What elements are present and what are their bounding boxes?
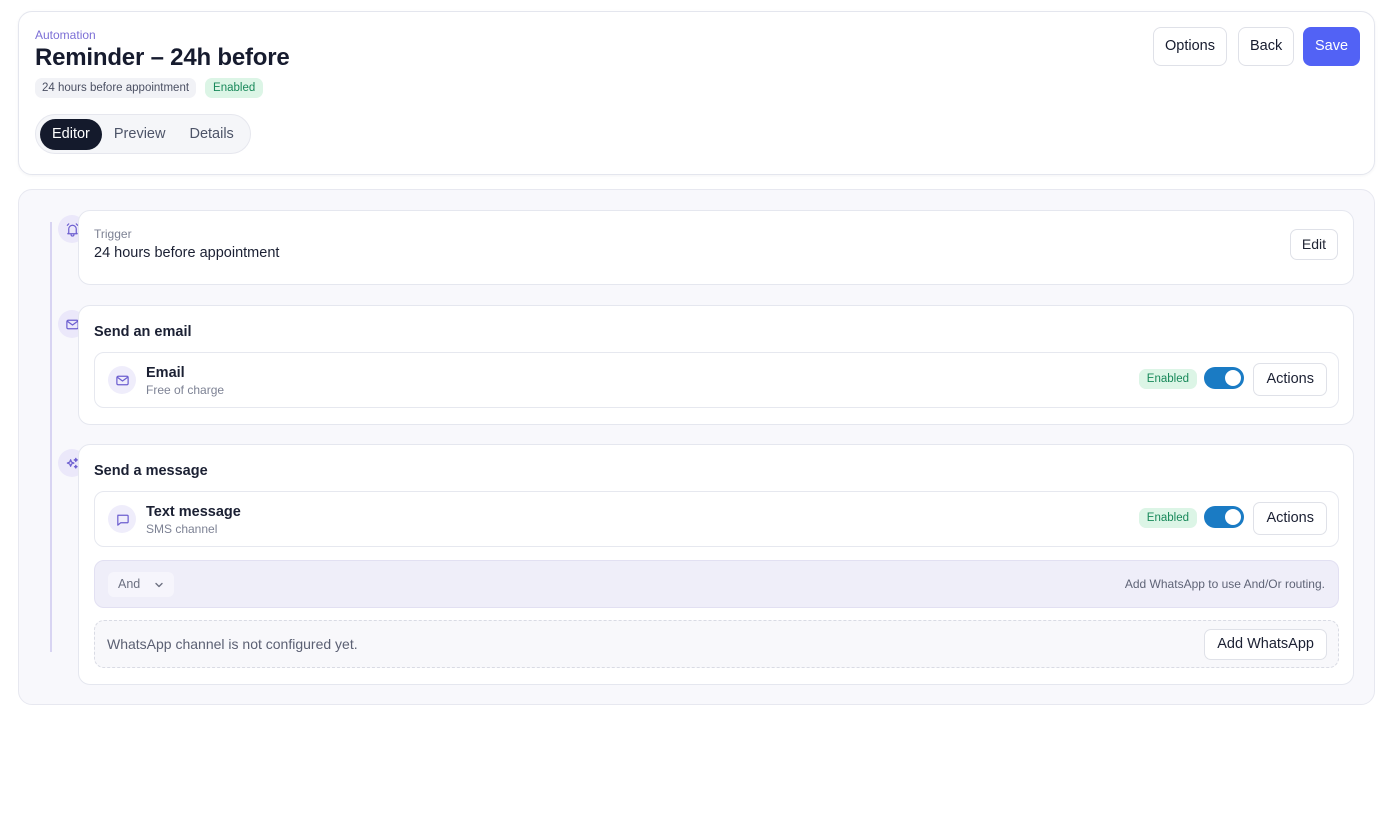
view-tabs: Editor Preview Details: [35, 114, 251, 154]
tab-details[interactable]: Details: [177, 119, 245, 150]
header-chips: 24 hours before appointment Enabled: [35, 78, 264, 98]
timing-chip: 24 hours before appointment: [35, 78, 197, 98]
page-title: Reminder – 24h before: [35, 44, 290, 71]
back-button[interactable]: Back: [1238, 27, 1295, 66]
add-whatsapp-button[interactable]: Add WhatsApp: [1204, 629, 1327, 660]
email-actions-button[interactable]: Actions: [1253, 363, 1327, 396]
save-button[interactable]: Save: [1303, 27, 1361, 66]
chevron-down-icon: [155, 582, 163, 588]
email-channel-subtitle: Free of charge: [146, 383, 225, 397]
edit-trigger-button[interactable]: Edit: [1289, 229, 1338, 260]
chat-bubble-icon: [108, 505, 136, 533]
toggle-knob: [1225, 370, 1241, 386]
automation-flow: Trigger 24 hours before appointment Edit…: [18, 189, 1375, 705]
sms-actions-button[interactable]: Actions: [1253, 502, 1327, 535]
options-button[interactable]: Options: [1153, 27, 1227, 66]
email-step: Send an email Email Free of charge Enabl…: [78, 305, 1354, 425]
trigger-value: 24 hours before appointment: [94, 245, 280, 261]
email-status-badge: Enabled: [1138, 369, 1197, 389]
email-enabled-toggle[interactable]: [1204, 367, 1244, 389]
timeline-line: [50, 222, 52, 652]
trigger-label: Trigger: [94, 227, 132, 241]
mail-icon: [108, 366, 136, 394]
sms-status-badge: Enabled: [1138, 508, 1197, 528]
sms-channel-row: Text message SMS channel Enabled Actions: [94, 491, 1339, 547]
email-channel-name: Email: [146, 365, 185, 381]
sms-enabled-toggle[interactable]: [1204, 506, 1244, 528]
whatsapp-notice: WhatsApp channel is not configured yet.: [107, 636, 358, 652]
sms-channel-name: Text message: [146, 504, 241, 520]
message-step-title: Send a message: [94, 463, 208, 479]
status-badge: Enabled: [205, 78, 264, 98]
message-step: Send a message Text message SMS channel …: [78, 444, 1354, 685]
email-step-title: Send an email: [94, 324, 192, 340]
toggle-knob: [1225, 509, 1241, 525]
whatsapp-row: WhatsApp channel is not configured yet. …: [94, 620, 1339, 668]
tab-editor[interactable]: Editor: [40, 118, 102, 150]
automation-header: Automation Reminder – 24h before 24 hour…: [18, 11, 1375, 175]
routing-row: And Add WhatsApp to use And/Or routing.: [94, 560, 1339, 608]
sms-channel-subtitle: SMS channel: [146, 522, 218, 536]
trigger-step: Trigger 24 hours before appointment Edit: [78, 210, 1354, 285]
routing-operator-value: And: [118, 577, 141, 591]
routing-operator-select[interactable]: And: [108, 572, 174, 597]
routing-hint: Add WhatsApp to use And/Or routing.: [1124, 577, 1325, 591]
tab-preview[interactable]: Preview: [102, 119, 178, 150]
email-channel-row: Email Free of charge Enabled Actions: [94, 352, 1339, 408]
eyebrow-label: Automation: [35, 28, 96, 42]
